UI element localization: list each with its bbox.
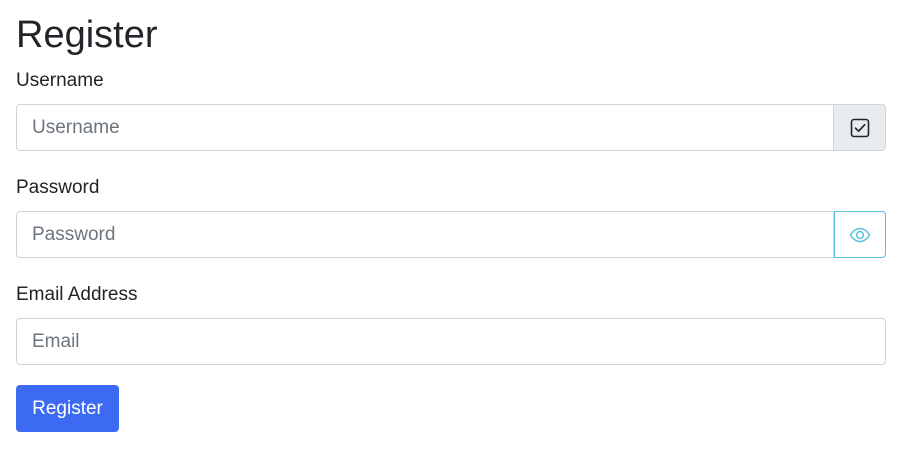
email-input[interactable] bbox=[16, 318, 886, 365]
password-label: Password bbox=[16, 177, 100, 198]
password-input-group bbox=[16, 211, 886, 258]
username-input-group bbox=[16, 104, 886, 151]
register-button[interactable]: Register bbox=[16, 385, 119, 432]
username-input[interactable] bbox=[16, 104, 834, 151]
checkbox-check-icon bbox=[850, 118, 870, 138]
show-password-button[interactable] bbox=[834, 211, 886, 258]
username-addon bbox=[834, 104, 886, 151]
email-input-group bbox=[16, 318, 886, 365]
username-label: Username bbox=[16, 70, 104, 91]
password-input[interactable] bbox=[16, 211, 834, 258]
register-page: Register Username Password Email bbox=[0, 0, 900, 451]
email-label: Email Address bbox=[16, 284, 138, 305]
page-title: Register bbox=[16, 14, 158, 56]
eye-icon bbox=[849, 227, 871, 243]
